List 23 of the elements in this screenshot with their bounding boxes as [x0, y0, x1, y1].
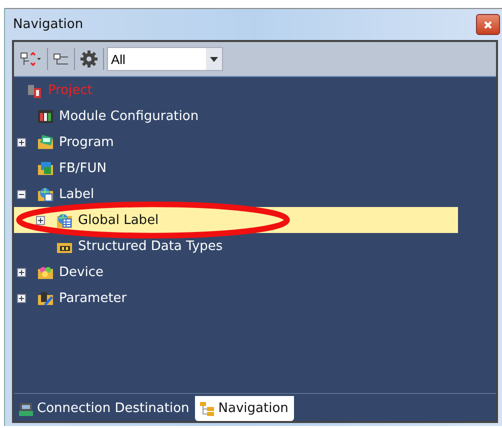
tree-item[interactable]: Parameter: [14, 285, 458, 311]
filter-dropdown[interactable]: All: [107, 47, 223, 71]
computer-icon: [18, 400, 34, 416]
expand-icon[interactable]: [17, 138, 26, 146]
close-icon: [483, 20, 493, 30]
expand-collapse-button[interactable]: [18, 50, 44, 68]
tree-item[interactable]: FB/FUN: [14, 155, 458, 181]
tree-item[interactable]: Structured Data Types: [14, 233, 458, 259]
expand-icon[interactable]: [36, 216, 45, 224]
dropdown-arrow-icon: [210, 56, 218, 62]
tree-item[interactable]: Program: [14, 129, 458, 155]
tab[interactable]: Connection Destination: [14, 396, 196, 421]
settings-button[interactable]: [78, 48, 100, 70]
tree-view-button[interactable]: [51, 51, 71, 67]
tree-item[interactable]: Label: [14, 181, 458, 207]
tree-item[interactable]: Device: [14, 259, 458, 285]
collapse-icon[interactable]: [17, 190, 26, 198]
expand-icon[interactable]: [17, 268, 26, 276]
window-title: Navigation: [13, 17, 84, 32]
tab[interactable]: Navigation: [195, 396, 294, 421]
expand-icon[interactable]: [17, 294, 26, 302]
tree-item[interactable]: Module Configuration: [14, 103, 458, 129]
close-button[interactable]: [476, 14, 500, 35]
